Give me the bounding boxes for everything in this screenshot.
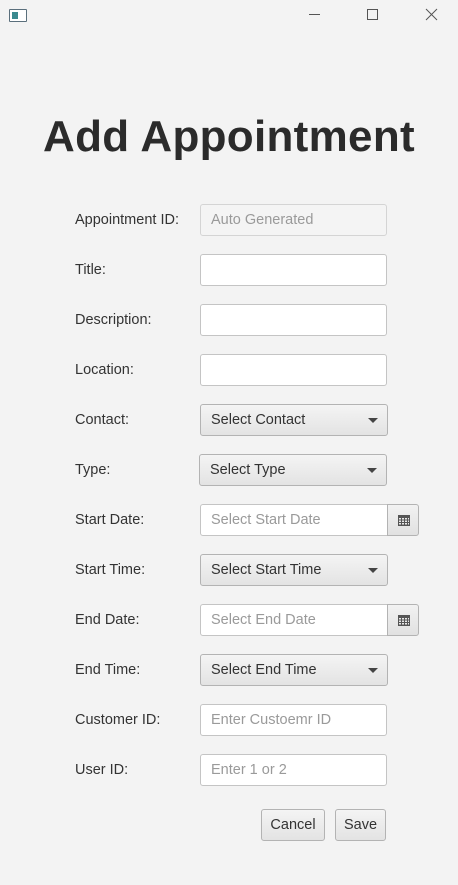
save-button[interactable]: Save: [335, 809, 386, 841]
location-label: Location:: [75, 362, 134, 378]
location-field[interactable]: [200, 354, 387, 386]
start-time-select-value: Select Start Time: [211, 562, 322, 578]
end-date-label: End Date:: [75, 612, 140, 628]
title-label: Title:: [75, 262, 106, 278]
customer-id-field[interactable]: Enter Custoemr ID: [200, 704, 387, 736]
end-time-label: End Time:: [75, 662, 141, 678]
customer-id-label: Customer ID:: [75, 712, 161, 728]
type-select[interactable]: Select Type: [199, 454, 387, 486]
contact-label: Contact:: [75, 412, 129, 428]
start-time-select[interactable]: Select Start Time: [200, 554, 388, 586]
maximize-icon: [367, 9, 378, 20]
start-date-picker-button[interactable]: [387, 504, 419, 536]
end-time-select-value: Select End Time: [211, 662, 317, 678]
minimize-button[interactable]: [285, 0, 343, 32]
appointment-id-label: Appointment ID:: [75, 212, 179, 228]
start-date-label: Start Date:: [75, 512, 145, 528]
start-date-field[interactable]: Select Start Date: [200, 504, 388, 536]
minimize-icon: [309, 14, 320, 15]
description-field[interactable]: [200, 304, 387, 336]
app-window-icon: [9, 9, 27, 22]
end-date-field[interactable]: Select End Date: [200, 604, 388, 636]
close-icon: [425, 8, 438, 21]
title-bar: [0, 0, 458, 32]
appointment-id-field: Auto Generated: [200, 204, 387, 236]
chevron-down-icon: [368, 668, 378, 673]
start-time-label: Start Time:: [75, 562, 146, 578]
maximize-button[interactable]: [343, 0, 401, 32]
calendar-icon: [398, 615, 410, 626]
cancel-button[interactable]: Cancel: [261, 809, 325, 841]
end-date-picker-button[interactable]: [387, 604, 419, 636]
user-id-label: User ID:: [75, 762, 129, 778]
add-appointment-window: Add Appointment Appointment ID: Auto Gen…: [0, 0, 458, 885]
type-label: Type:: [75, 462, 111, 478]
close-button[interactable]: [401, 0, 458, 32]
calendar-icon: [398, 515, 410, 526]
chevron-down-icon: [367, 468, 377, 473]
contact-select[interactable]: Select Contact: [200, 404, 388, 436]
title-field[interactable]: [200, 254, 387, 286]
type-select-value: Select Type: [210, 462, 286, 478]
contact-select-value: Select Contact: [211, 412, 306, 428]
description-label: Description:: [75, 312, 152, 328]
page-title: Add Appointment: [43, 112, 415, 161]
user-id-field[interactable]: Enter 1 or 2: [200, 754, 387, 786]
chevron-down-icon: [368, 568, 378, 573]
end-time-select[interactable]: Select End Time: [200, 654, 388, 686]
chevron-down-icon: [368, 418, 378, 423]
